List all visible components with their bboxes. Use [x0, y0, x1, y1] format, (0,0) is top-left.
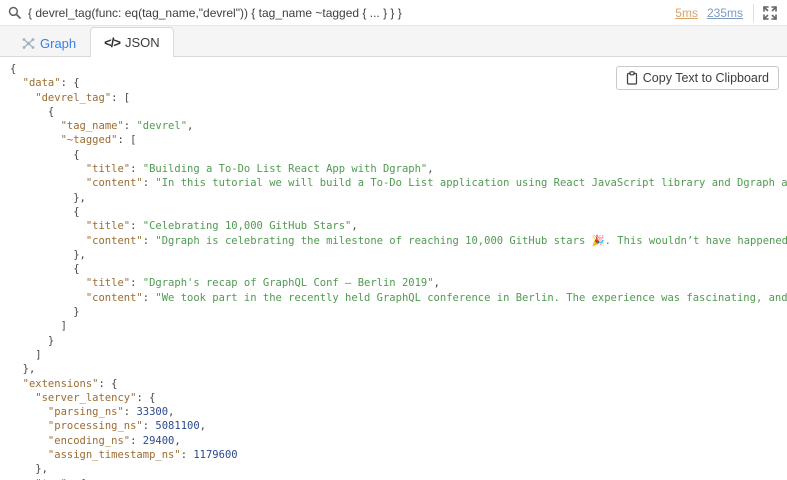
json-line: "server_latency": { — [10, 391, 787, 405]
json-line: } — [10, 305, 787, 319]
json-line: }, — [10, 462, 787, 476]
network-latency-badge[interactable]: 235ms — [707, 6, 743, 20]
expand-icon — [763, 6, 777, 20]
json-line: "processing_ns": 5081100, — [10, 419, 787, 433]
search-icon — [8, 6, 21, 19]
result-tabbar: Graph </> JSON — [0, 26, 787, 57]
expand-button[interactable] — [753, 4, 779, 22]
json-line: { — [10, 262, 787, 276]
clipboard-icon — [626, 71, 638, 85]
query-text[interactable]: { devrel_tag(func: eq(tag_name,"devrel")… — [28, 6, 668, 20]
json-line: "~tagged": [ — [10, 133, 787, 147]
json-line: { — [10, 105, 787, 119]
json-panel: Copy Text to Clipboard {"data": {"devrel… — [0, 57, 787, 480]
json-line: }, — [10, 248, 787, 262]
copy-button-label: Copy Text to Clipboard — [643, 71, 769, 85]
json-line: "title": "Celebrating 10,000 GitHub Star… — [10, 219, 787, 233]
json-line: ] — [10, 319, 787, 333]
tab-graph[interactable]: Graph — [8, 29, 90, 57]
json-line: "tag_name": "devrel", — [10, 119, 787, 133]
json-line: "content": "Dgraph is celebrating the mi… — [10, 234, 787, 248]
json-line: "content": "We took part in the recently… — [10, 291, 787, 305]
tab-graph-label: Graph — [40, 36, 76, 51]
query-bar: { devrel_tag(func: eq(tag_name,"devrel")… — [0, 0, 787, 26]
latency-indicators: 5ms 235ms — [675, 4, 779, 22]
code-icon: </> — [104, 35, 120, 50]
tab-json-label: JSON — [125, 35, 160, 50]
json-line: "assign_timestamp_ns": 1179600 — [10, 448, 787, 462]
json-line: }, — [10, 191, 787, 205]
json-line: }, — [10, 362, 787, 376]
tab-json[interactable]: </> JSON — [90, 27, 173, 57]
json-line: { — [10, 205, 787, 219]
json-line: "parsing_ns": 33300, — [10, 405, 787, 419]
json-line: } — [10, 334, 787, 348]
json-line: "title": "Building a To-Do List React Ap… — [10, 162, 787, 176]
copy-to-clipboard-button[interactable]: Copy Text to Clipboard — [616, 66, 779, 90]
graph-icon — [22, 37, 35, 50]
json-line: "title": "Dgraph's recap of GraphQL Conf… — [10, 276, 787, 290]
json-line: ] — [10, 348, 787, 362]
json-line: "devrel_tag": [ — [10, 91, 787, 105]
json-output: {"data": {"devrel_tag": [{"tag_name": "d… — [0, 57, 787, 480]
json-line: "txn": { — [10, 477, 787, 480]
json-line: "content": "In this tutorial we will bui… — [10, 176, 787, 190]
server-latency-badge[interactable]: 5ms — [675, 6, 698, 20]
json-line: { — [10, 148, 787, 162]
json-line: "extensions": { — [10, 377, 787, 391]
json-line: "encoding_ns": 29400, — [10, 434, 787, 448]
